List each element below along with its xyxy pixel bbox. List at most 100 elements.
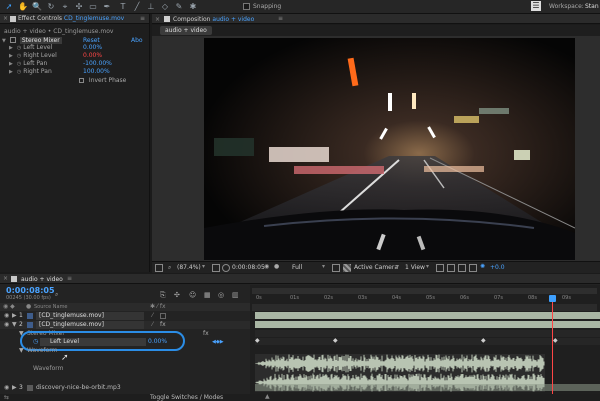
close-icon[interactable]: ×: [3, 275, 8, 282]
workspace-menu-icon[interactable]: ☰: [531, 1, 541, 11]
panel-menu-icon[interactable]: ≡: [278, 15, 283, 22]
layer-name[interactable]: discovery-nice-be-orbit.mp3: [36, 384, 121, 392]
views-dropdown[interactable]: 1 View: [405, 264, 425, 271]
hand-tool-icon[interactable]: ✋: [18, 2, 28, 12]
fx-effect-icon[interactable]: fx: [203, 330, 209, 338]
eraser-tool-icon[interactable]: ◇: [160, 2, 170, 12]
grid-toggle-icon[interactable]: [212, 264, 220, 272]
layer-row-3[interactable]: ◉ ▶ 3 discovery-nice-be-orbit.mp3: [0, 384, 250, 392]
layer-name[interactable]: [CD_tinglemuse.mov]: [36, 312, 144, 320]
camera-tool-icon[interactable]: ⌖: [60, 2, 70, 12]
expand-triangle-icon[interactable]: ▶: [9, 44, 15, 52]
eye-icon[interactable]: ◉: [4, 321, 9, 329]
exposure-value[interactable]: +0.0: [490, 264, 505, 271]
fast-previews-icon[interactable]: [447, 264, 455, 272]
stopwatch-icon[interactable]: ◷: [17, 53, 21, 59]
stopwatch-icon[interactable]: ◷: [17, 69, 21, 75]
region-of-interest-icon[interactable]: [332, 264, 340, 272]
graph-editor-icon[interactable]: ▥: [232, 291, 239, 299]
work-area-bar[interactable]: [252, 288, 597, 294]
layer-row-2[interactable]: ◉ ▼ 2 [CD_tinglemuse.mov] ⁄ fx: [0, 321, 250, 329]
chevron-down-icon[interactable]: ▾: [426, 263, 429, 270]
expand-triangle-icon[interactable]: ▶: [12, 384, 17, 392]
resolution-dropdown[interactable]: Full: [292, 264, 302, 271]
invert-phase-checkbox[interactable]: [79, 78, 84, 83]
layer-3-duration-bar[interactable]: [255, 384, 600, 391]
playhead-line[interactable]: [551, 295, 553, 394]
timeline-tab[interactable]: × audio + video ≡: [0, 274, 600, 284]
pan-behind-tool-icon[interactable]: ✣: [74, 2, 84, 12]
layer-2-duration-bar[interactable]: [255, 321, 600, 328]
layer-1-duration-bar[interactable]: [255, 312, 600, 319]
snapshot-icon[interactable]: ◉: [264, 263, 269, 270]
stopwatch-icon[interactable]: ◷: [17, 61, 21, 67]
keyframe-diamond[interactable]: ◆: [481, 337, 486, 344]
expand-triangle-icon[interactable]: ▶: [9, 68, 15, 76]
clone-stamp-tool-icon[interactable]: ⊥: [146, 2, 156, 12]
mask-toggle-icon[interactable]: [222, 264, 230, 272]
expand-triangle-icon[interactable]: ▼: [2, 37, 8, 45]
flowchart-icon[interactable]: [469, 264, 477, 272]
motion-blur-icon[interactable]: ◎: [218, 291, 224, 299]
expand-triangle-icon[interactable]: ▼: [12, 321, 17, 329]
magnifier-icon[interactable]: ⌕: [168, 264, 171, 272]
effect-controls-tab[interactable]: × Effect Controls CD_tinglemuse.mov ≡: [0, 14, 149, 24]
layer-name[interactable]: [CD_tinglemuse.mov]: [36, 321, 144, 329]
fx-switch-icon[interactable]: fx: [160, 321, 166, 329]
transparency-grid-icon[interactable]: [343, 264, 351, 272]
playhead-handle[interactable]: [548, 295, 556, 302]
param-value[interactable]: 100.00%: [83, 68, 110, 76]
puppet-tool-icon[interactable]: ✱: [188, 2, 198, 12]
fx-toggle-icon[interactable]: [9, 37, 16, 43]
collapse-switch-icon[interactable]: ⁄: [152, 312, 153, 320]
keyframe-navigator-icon[interactable]: ◀◆▶: [212, 338, 224, 346]
quality-switch-icon[interactable]: [160, 313, 166, 319]
shy-layers-icon[interactable]: ☺: [189, 291, 196, 299]
stopwatch-icon[interactable]: ◷: [17, 45, 21, 51]
param-value[interactable]: 0.00%: [83, 52, 102, 60]
waveform-group-row[interactable]: ▼ Waveform: [0, 347, 250, 355]
exposure-icon[interactable]: ✺: [480, 263, 485, 270]
composition-subtab[interactable]: audio + video: [160, 26, 212, 35]
frame-blending-icon[interactable]: ▦: [204, 291, 211, 299]
selection-tool-icon[interactable]: ➚: [4, 2, 14, 12]
keyframe-diamond[interactable]: ◆: [255, 337, 260, 344]
chevron-down-icon[interactable]: ▾: [202, 263, 205, 270]
close-icon[interactable]: ×: [3, 14, 8, 24]
toggle-panes-icon[interactable]: ⇆: [4, 394, 9, 401]
chevron-down-icon[interactable]: ▾: [396, 263, 399, 270]
expand-triangle-icon[interactable]: ▼: [19, 347, 24, 355]
panel-menu-icon[interactable]: ≡: [67, 275, 72, 282]
brush-tool-icon[interactable]: ╱: [132, 2, 142, 12]
timecode-display[interactable]: 0:00:08:05: [232, 264, 265, 271]
camera-dropdown[interactable]: Active Camera: [354, 264, 398, 271]
draft-3d-icon[interactable]: ✣: [174, 291, 180, 299]
workspace-value[interactable]: Stan: [585, 3, 599, 10]
roto-brush-tool-icon[interactable]: ✎: [174, 2, 184, 12]
zoom-out-icon[interactable]: ▲: [265, 393, 270, 400]
param-value[interactable]: -100.00%: [83, 60, 112, 68]
expand-triangle-icon[interactable]: ▶: [9, 60, 15, 68]
keyframe-diamond[interactable]: ◆: [333, 337, 338, 344]
eye-icon[interactable]: ◉: [4, 312, 9, 320]
expand-triangle-icon[interactable]: ▶: [12, 312, 17, 320]
timeline-current-time[interactable]: 0:00:08:05: [6, 286, 55, 295]
speaker-icon[interactable]: ◉: [4, 384, 9, 392]
toggle-switches-modes-button[interactable]: Toggle Switches / Modes: [150, 394, 223, 401]
invert-phase-row[interactable]: Invert Phase: [79, 77, 126, 85]
rectangle-tool-icon[interactable]: ▭: [88, 2, 98, 12]
show-snapshot-icon[interactable]: ●: [274, 263, 279, 270]
keyframe-diamond[interactable]: ◆: [553, 337, 558, 344]
rotate-tool-icon[interactable]: ↻: [46, 2, 56, 12]
search-icon[interactable]: ⌕: [55, 291, 58, 299]
zoom-dropdown[interactable]: (87.4%): [177, 264, 201, 271]
param-value[interactable]: 0.00%: [83, 44, 102, 52]
type-tool-icon[interactable]: T: [118, 2, 128, 12]
chevron-down-icon[interactable]: ▾: [322, 263, 325, 270]
timeline-icon[interactable]: [458, 264, 466, 272]
composition-tab[interactable]: × Composition audio + video ≡: [152, 14, 600, 24]
pen-tool-icon[interactable]: ✒: [102, 2, 112, 12]
always-preview-icon[interactable]: [155, 264, 163, 272]
collapse-switch-icon[interactable]: ⁄: [152, 321, 153, 329]
time-ruler[interactable]: 0s 01s 02s 03s 04s 05s 06s 07s 08s 09s: [252, 295, 597, 303]
